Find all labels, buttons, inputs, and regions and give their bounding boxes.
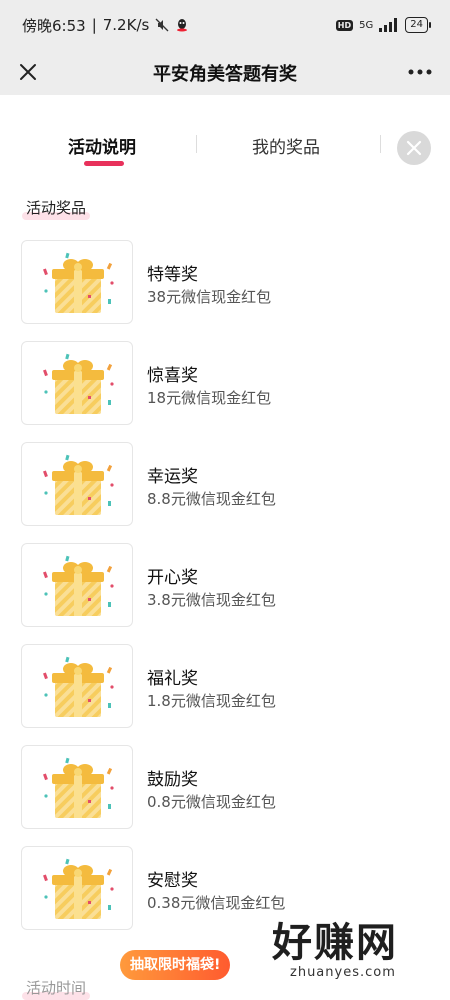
gift-box-icon — [21, 543, 133, 627]
more-icon — [408, 69, 432, 75]
active-tab-indicator — [84, 161, 124, 166]
close-icon — [406, 140, 422, 156]
tab-activity-info[interactable]: 活动说明 — [68, 133, 136, 158]
mute-icon — [155, 18, 169, 32]
close-button[interactable] — [12, 56, 44, 88]
battery-icon: 24 — [405, 17, 431, 33]
watermark-area: 抽取限时福袋! 好赚网 zhuanyes.com — [120, 920, 440, 995]
status-divider: | — [91, 16, 97, 34]
prize-name: 福礼奖 — [147, 669, 198, 689]
content-panel: 活动说明 我的奖品 活动奖品 特等奖 38元微信现金红包 惊喜奖 18元微信现金… — [0, 95, 450, 1000]
battery-level: 24 — [410, 19, 423, 30]
prize-name: 开心奖 — [147, 568, 198, 588]
prize-item: 开心奖 3.8元微信现金红包 — [21, 543, 421, 629]
prize-item: 惊喜奖 18元微信现金红包 — [21, 341, 421, 427]
network-label: 5G — [359, 19, 374, 31]
tab-bar: 活动说明 我的奖品 — [0, 115, 450, 175]
tab-divider — [380, 135, 381, 153]
promo-lucky-bag-button[interactable]: 抽取限时福袋! — [120, 950, 231, 980]
gift-box-icon — [21, 240, 133, 324]
prize-item: 福礼奖 1.8元微信现金红包 — [21, 644, 421, 730]
hd-icon: HD — [335, 19, 354, 31]
title-bar: 平安角美答题有奖 — [0, 50, 450, 95]
prize-description: 18元微信现金红包 — [147, 389, 272, 407]
prize-item: 特等奖 38元微信现金红包 — [21, 240, 421, 326]
gift-box-icon — [21, 745, 133, 829]
prize-name: 安慰奖 — [147, 871, 198, 891]
signal-icon — [379, 18, 398, 32]
gift-box-icon — [21, 846, 133, 930]
close-icon — [20, 64, 36, 80]
prize-description: 3.8元微信现金红包 — [147, 591, 276, 609]
prize-description: 0.38元微信现金红包 — [147, 894, 286, 912]
prize-item: 幸运奖 8.8元微信现金红包 — [21, 442, 421, 528]
prize-name: 特等奖 — [147, 265, 198, 285]
section-title-prizes: 活动奖品 — [22, 195, 91, 220]
gift-box-icon — [21, 442, 133, 526]
watermark-url: zhuanyes.com — [290, 965, 396, 980]
section-title-time: 活动时间 — [22, 975, 91, 1000]
gift-box-icon — [21, 341, 133, 425]
gift-box-icon — [21, 644, 133, 728]
prize-name: 惊喜奖 — [147, 366, 198, 386]
qq-icon — [177, 19, 188, 32]
watermark-logo-text: 好赚网 — [272, 920, 398, 966]
section-title-text: 活动奖品 — [26, 199, 87, 217]
prize-description: 38元微信现金红包 — [147, 288, 272, 306]
prize-item: 鼓励奖 0.8元微信现金红包 — [21, 745, 421, 831]
tab-divider — [196, 135, 197, 153]
section-title-text: 活动时间 — [26, 979, 87, 997]
status-time: 傍晚6:53 — [22, 16, 86, 35]
panel-close-button[interactable] — [397, 131, 431, 165]
prize-name: 鼓励奖 — [147, 770, 198, 790]
status-speed: 7.2K/s — [102, 16, 150, 34]
tab-my-prizes[interactable]: 我的奖品 — [252, 133, 320, 158]
page-title: 平安角美答题有奖 — [153, 63, 297, 85]
status-bar: 傍晚6:53 | 7.2K/s HD 5G 24 — [0, 0, 450, 50]
prize-description: 1.8元微信现金红包 — [147, 692, 276, 710]
prize-name: 幸运奖 — [147, 467, 198, 487]
more-button[interactable] — [404, 56, 436, 88]
prize-description: 0.8元微信现金红包 — [147, 793, 276, 811]
prize-description: 8.8元微信现金红包 — [147, 490, 276, 508]
